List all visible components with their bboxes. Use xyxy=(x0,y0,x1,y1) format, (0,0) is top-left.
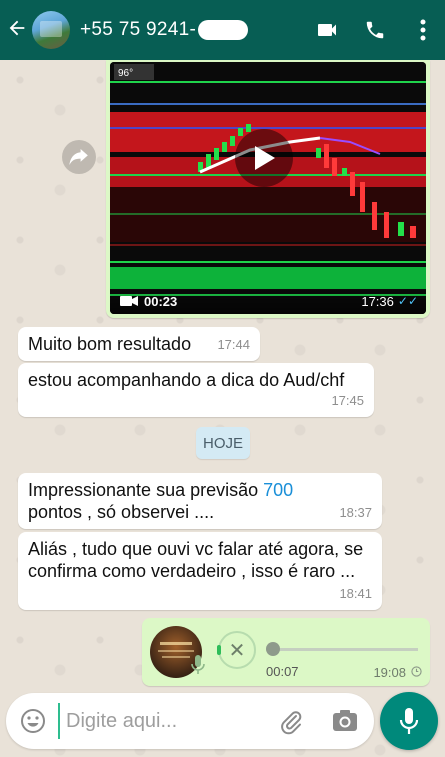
pending-clock-icon xyxy=(411,666,422,677)
video-message[interactable]: 96° 00:23 17:36 ✓✓ xyxy=(106,60,430,318)
contact-avatar[interactable] xyxy=(32,11,70,49)
redacted-phone-digits xyxy=(198,20,249,40)
message-text: estou acompanhando a dica do Aud/chf xyxy=(28,370,345,390)
play-button[interactable] xyxy=(235,129,293,187)
message-time: 17:45 xyxy=(331,393,364,408)
camera-icon[interactable] xyxy=(332,709,358,733)
svg-text:96°: 96° xyxy=(118,68,133,79)
incoming-message[interactable]: Impressionante sua previsão 700 pontos ,… xyxy=(18,473,382,529)
message-text-part: pontos , só observei .... xyxy=(28,502,215,522)
mic-icon xyxy=(191,655,205,674)
contact-name-text: +55 75 9241- xyxy=(80,19,197,40)
cancel-download-button[interactable]: ✕ xyxy=(217,631,256,669)
message-time: 19:08 xyxy=(373,665,406,680)
message-time: 18:37 xyxy=(339,505,372,520)
play-icon xyxy=(255,146,275,170)
compose-bar xyxy=(6,693,374,749)
record-voice-button[interactable] xyxy=(380,692,438,750)
video-duration: 00:23 xyxy=(144,293,178,309)
emoji-icon[interactable] xyxy=(20,708,46,734)
message-time: 18:41 xyxy=(339,586,372,601)
incoming-message[interactable]: Aliás , tudo que ouvi vc falar até agora… xyxy=(18,532,382,610)
message-list[interactable]: 96° 00:23 17:36 ✓✓ Muito bom resultado 1… xyxy=(0,60,445,690)
message-input[interactable] xyxy=(58,703,268,739)
forward-icon[interactable] xyxy=(62,140,96,174)
more-vert-icon[interactable] xyxy=(411,18,435,42)
message-text: Aliás , tudo que ouvi vc falar até agora… xyxy=(28,539,364,581)
chat-header: +55 75 9241- xyxy=(0,0,445,60)
mic-icon xyxy=(399,708,419,734)
message-time: 17:44 xyxy=(217,337,250,352)
voice-message[interactable]: ✕ 00:07 19:08 xyxy=(142,618,430,686)
back-arrow-icon[interactable] xyxy=(6,17,30,43)
message-text: Muito bom resultado xyxy=(28,334,192,354)
message-text-part: Impressionante sua previsão xyxy=(28,480,264,500)
message-time: 17:36 xyxy=(361,293,394,309)
incoming-message[interactable]: estou acompanhando a dica do Aud/chf 17:… xyxy=(18,363,374,417)
read-receipt-icon: ✓✓ xyxy=(397,294,418,308)
video-thumbnail[interactable]: 96° 00:23 17:36 ✓✓ xyxy=(110,62,426,314)
day-divider: HOJE xyxy=(196,427,250,459)
attach-icon[interactable] xyxy=(278,709,304,735)
video-call-icon[interactable] xyxy=(315,18,339,42)
close-icon: ✕ xyxy=(228,639,246,662)
phone-number-link[interactable]: 700 xyxy=(263,480,293,500)
audio-seekbar[interactable] xyxy=(272,648,418,651)
phone-icon[interactable] xyxy=(363,18,387,42)
videocam-icon xyxy=(120,296,138,306)
audio-seek-handle[interactable] xyxy=(266,642,280,656)
incoming-message[interactable]: Muito bom resultado 17:44 xyxy=(18,327,260,361)
voice-duration: 00:07 xyxy=(266,664,299,679)
contact-name[interactable]: +55 75 9241- xyxy=(80,19,249,41)
video-footer: 00:23 17:36 ✓✓ xyxy=(110,288,426,314)
trading-chart-thumbnail: 96° xyxy=(110,62,426,314)
